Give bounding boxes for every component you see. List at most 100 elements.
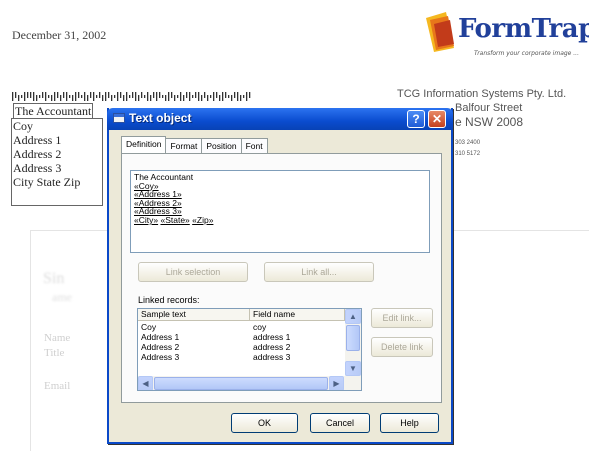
delete-link-button[interactable]: Delete link bbox=[371, 337, 433, 357]
logo-emblem-icon bbox=[426, 12, 454, 52]
help-title-button[interactable]: ? bbox=[407, 110, 425, 128]
ok-button[interactable]: OK bbox=[231, 413, 298, 433]
link-all-button[interactable]: Link all... bbox=[264, 262, 374, 282]
edit-link-button[interactable]: Edit link... bbox=[371, 308, 433, 328]
barcode-bar bbox=[75, 92, 77, 101]
barcode-bar bbox=[18, 95, 20, 101]
horizontal-scrollbar[interactable]: ◀ ▶ bbox=[138, 376, 361, 390]
barcode-bar bbox=[156, 92, 158, 101]
column-header-field-name[interactable]: Field name bbox=[250, 309, 345, 321]
preview-field-city[interactable]: «City» bbox=[134, 215, 158, 225]
barcode-bar bbox=[39, 95, 41, 98]
scroll-up-icon[interactable]: ▲ bbox=[345, 309, 361, 324]
scroll-left-icon[interactable]: ◀ bbox=[138, 376, 153, 390]
scroll-down-icon[interactable]: ▼ bbox=[345, 361, 361, 376]
barcode-bar bbox=[27, 92, 29, 98]
field-name-cell: coy bbox=[253, 322, 267, 332]
sample-text-cell: Address 2 bbox=[141, 342, 180, 352]
barcode-bar bbox=[45, 92, 47, 101]
barcode-bar bbox=[186, 92, 188, 98]
barcode-bar bbox=[33, 92, 35, 101]
barcode-bar bbox=[198, 92, 200, 101]
field-name-cell: address 2 bbox=[253, 342, 291, 352]
barcode-bar bbox=[219, 95, 221, 101]
barcode-bar bbox=[99, 92, 101, 98]
dialog-titlebar[interactable]: Text object ? ✕ bbox=[107, 108, 453, 130]
barcode-bar bbox=[222, 92, 224, 101]
barcode-bar bbox=[66, 92, 68, 101]
barcode-bar bbox=[183, 95, 185, 101]
table-row[interactable]: Address 3 address 3 bbox=[138, 352, 345, 362]
barcode-bar bbox=[201, 95, 203, 101]
barcode-bar bbox=[15, 92, 17, 98]
preview-field-state[interactable]: «State» bbox=[160, 215, 189, 225]
barcode-bar bbox=[72, 95, 74, 101]
dialog-title: Text object bbox=[129, 111, 192, 125]
scroll-right-icon[interactable]: ▶ bbox=[329, 376, 344, 390]
company-name: TCG Information Systems Pty. Ltd. bbox=[397, 88, 567, 100]
column-header-sample-text[interactable]: Sample text bbox=[138, 309, 250, 321]
barcode-bar bbox=[111, 95, 113, 101]
recipient-line: The Accountant bbox=[13, 103, 94, 119]
email-label: Email bbox=[44, 380, 71, 392]
vertical-scrollbar[interactable]: ▲ ▼ bbox=[345, 309, 361, 376]
barcode-bar bbox=[141, 92, 143, 98]
preview-field-zip[interactable]: «Zip» bbox=[192, 215, 213, 225]
text-preview-field[interactable]: The Accountant «Coy» «Address 1» «Addres… bbox=[130, 170, 430, 253]
barcode-bar bbox=[237, 92, 239, 101]
barcode-bar bbox=[147, 92, 149, 101]
barcode-bar bbox=[12, 92, 14, 101]
document-date: December 31, 2002 bbox=[12, 28, 107, 42]
barcode-bar bbox=[60, 95, 62, 101]
barcode-bar bbox=[249, 92, 251, 98]
tab-definition[interactable]: Definition bbox=[121, 136, 167, 153]
field-name-cell: address 3 bbox=[253, 352, 291, 362]
barcode-bar bbox=[180, 92, 182, 101]
tab-font[interactable]: Font bbox=[240, 138, 268, 153]
barcode-bar bbox=[102, 95, 104, 101]
barcode-bar bbox=[117, 92, 119, 101]
logo-tagline: Transform your corporate image ... bbox=[474, 50, 579, 57]
linked-records-label: Linked records: bbox=[138, 295, 200, 305]
barcode-bar bbox=[135, 92, 137, 101]
tab-position[interactable]: Position bbox=[201, 138, 242, 153]
faint-subheading: ame bbox=[52, 290, 72, 304]
barcode-bar bbox=[168, 92, 170, 101]
field-name-cell: address 1 bbox=[253, 332, 291, 342]
barcode-bar bbox=[69, 95, 71, 98]
barcode-bar bbox=[126, 92, 128, 101]
barcode-bar bbox=[84, 92, 86, 101]
barcode-bar bbox=[90, 92, 92, 98]
title-label: Title bbox=[44, 347, 65, 359]
postal-barcode bbox=[12, 92, 251, 101]
recipient-frame bbox=[11, 118, 103, 206]
barcode-bar bbox=[48, 95, 50, 98]
company-street: Balfour Street bbox=[455, 102, 523, 114]
barcode-bar bbox=[129, 95, 131, 98]
close-button[interactable]: ✕ bbox=[428, 110, 446, 128]
table-row[interactable]: Address 1 address 1 bbox=[138, 332, 345, 342]
company-fax: 310 5172 bbox=[455, 151, 481, 157]
barcode-bar bbox=[57, 92, 59, 98]
barcode-bar bbox=[63, 92, 65, 98]
sample-text-cell: Coy bbox=[141, 322, 157, 332]
help-button[interactable]: Help bbox=[380, 413, 439, 433]
table-row[interactable]: Address 2 address 2 bbox=[138, 342, 345, 352]
vertical-scroll-thumb[interactable] bbox=[346, 325, 360, 351]
barcode-bar bbox=[108, 92, 110, 98]
horizontal-scroll-thumb[interactable] bbox=[154, 377, 328, 390]
company-address: TCG Information Systems Pty. Ltd. Balfou… bbox=[397, 88, 567, 157]
tab-format[interactable]: Format bbox=[165, 138, 203, 153]
barcode-bar bbox=[87, 95, 89, 101]
table-row[interactable]: Coy coy bbox=[138, 322, 345, 332]
cancel-button[interactable]: Cancel bbox=[310, 413, 370, 433]
barcode-bar bbox=[234, 92, 236, 98]
dialog-tabs: Definition Format Position Font bbox=[121, 136, 268, 154]
text-object-dialog: Text object ? ✕ Definition Format Positi… bbox=[107, 108, 453, 444]
barcode-bar bbox=[162, 95, 164, 98]
barcode-bar bbox=[42, 92, 44, 98]
link-selection-button[interactable]: Link selection bbox=[138, 262, 248, 282]
linked-records-grid[interactable]: Sample text Field name Coy coy Address 1… bbox=[137, 308, 362, 391]
barcode-bar bbox=[78, 92, 80, 98]
barcode-bar bbox=[114, 95, 116, 98]
